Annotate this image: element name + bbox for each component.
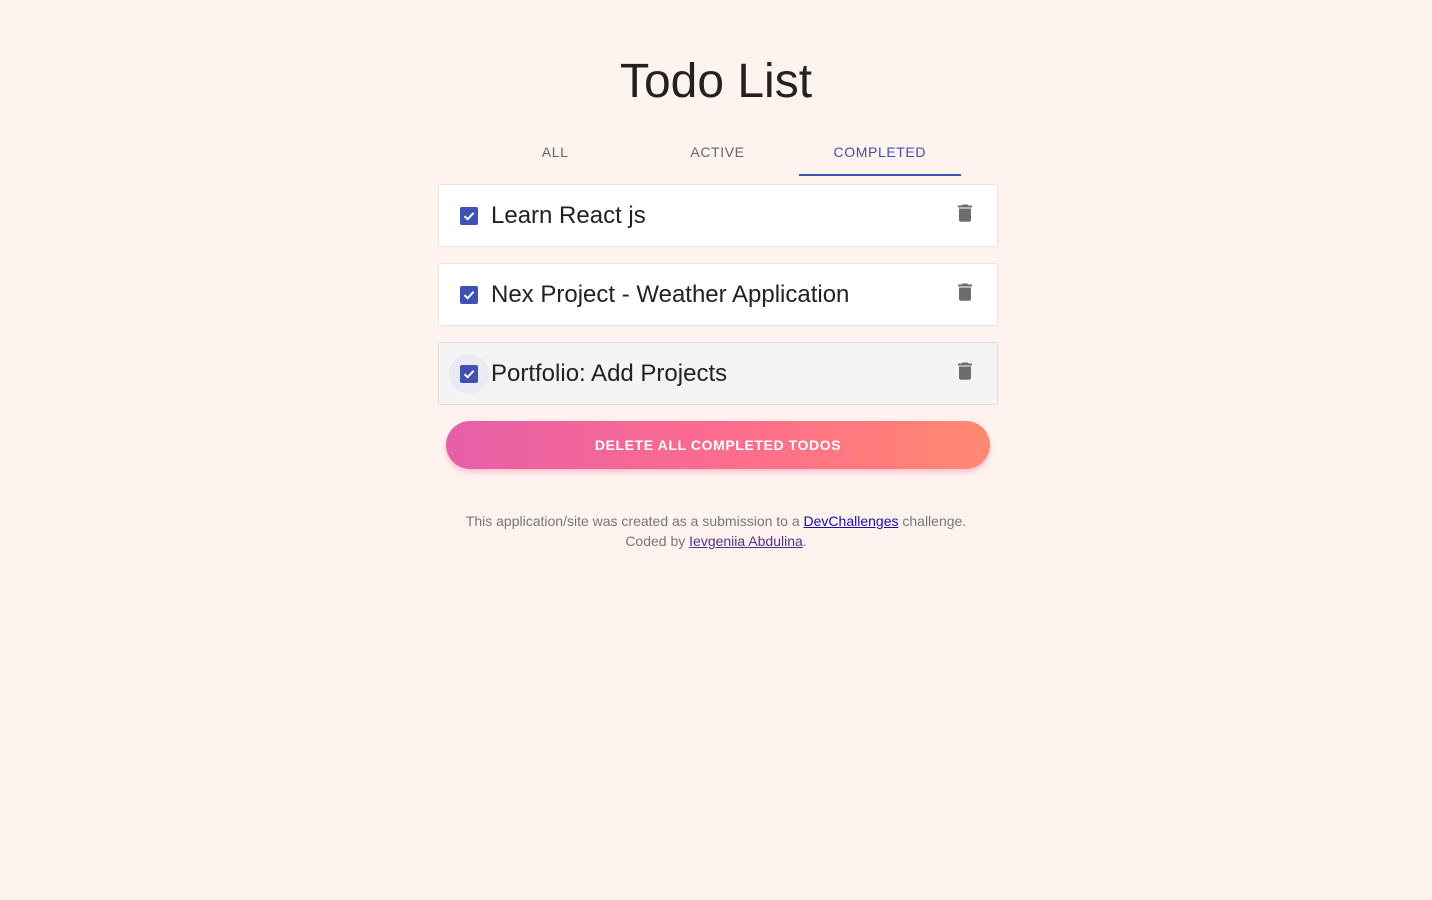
todo-text: Nex Project - Weather Application xyxy=(491,280,850,308)
todo-checkbox[interactable] xyxy=(449,196,489,236)
todo-item: Portfolio: Add Projects xyxy=(438,342,998,405)
todo-item: Nex Project - Weather Application xyxy=(438,263,998,326)
page-title: Todo List xyxy=(619,55,813,108)
tab-all[interactable]: ALL xyxy=(474,130,636,176)
footer-text: challenge. xyxy=(898,513,967,529)
trash-icon xyxy=(958,362,972,385)
trash-icon xyxy=(958,204,972,227)
filter-tabs: ALL ACTIVE COMPLETED xyxy=(474,130,962,176)
tab-active[interactable]: ACTIVE xyxy=(636,130,798,176)
delete-todo-button[interactable] xyxy=(945,275,985,315)
author-link[interactable]: Ievgeniia Abdulina xyxy=(689,533,803,549)
todo-checkbox[interactable] xyxy=(449,353,489,394)
trash-icon xyxy=(958,283,972,306)
tab-completed[interactable]: COMPLETED xyxy=(798,130,962,176)
footer-text: Coded by xyxy=(625,533,690,549)
todo-checkbox[interactable] xyxy=(449,275,489,315)
checkbox-checked-icon xyxy=(460,285,478,304)
delete-todo-button[interactable] xyxy=(945,196,985,236)
footer-text: This application/site was created as a s… xyxy=(465,513,804,529)
footer-line-2: Coded by Ievgeniia Abdulina. xyxy=(0,531,1432,551)
todo-text: Portfolio: Add Projects xyxy=(491,359,728,387)
todo-item: Learn React js xyxy=(438,184,998,247)
footer-line-1: This application/site was created as a s… xyxy=(0,511,1432,531)
checkbox-checked-icon xyxy=(460,206,478,225)
todo-list: Learn React js Nex Project - Weather App… xyxy=(438,184,998,421)
checkbox-checked-icon xyxy=(460,364,478,383)
footer: This application/site was created as a s… xyxy=(0,511,1432,551)
devchallenges-link[interactable]: DevChallenges xyxy=(804,513,899,529)
delete-todo-button[interactable] xyxy=(945,354,985,394)
todo-app: Todo List ALL ACTIVE COMPLETED Learn Rea… xyxy=(0,0,1432,900)
delete-all-completed-button[interactable]: DELETE ALL COMPLETED TODOS xyxy=(446,421,990,469)
todo-text: Learn React js xyxy=(491,201,646,229)
footer-text: . xyxy=(802,533,807,549)
